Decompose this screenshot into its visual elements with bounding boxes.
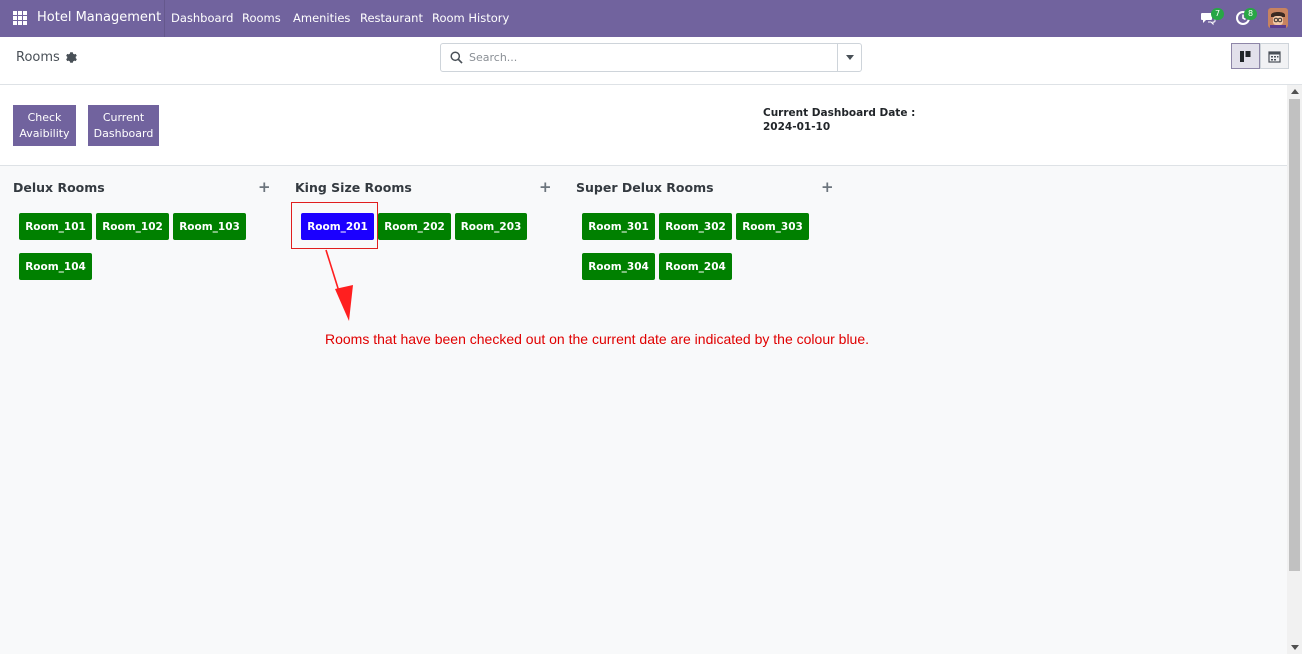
scroll-down-arrow-icon[interactable]: [1291, 645, 1299, 650]
kanban-icon: [1240, 50, 1251, 62]
room-button[interactable]: Room_103: [173, 213, 246, 240]
search-input[interactable]: [469, 48, 829, 67]
annotation-arrow-icon: [325, 249, 353, 321]
apps-grid-icon[interactable]: [13, 11, 27, 25]
menu-restaurant[interactable]: Restaurant: [360, 11, 423, 25]
top-navbar: Hotel Management Dashboard Rooms Ameniti…: [0, 0, 1302, 37]
dashboard-header: Check Avaibility Current Dashboard Curre…: [0, 85, 1287, 166]
chevron-down-icon: [845, 55, 854, 60]
room-button[interactable]: Room_102: [96, 213, 169, 240]
column-title-delux: Delux Rooms: [13, 180, 105, 195]
avatar[interactable]: [1268, 8, 1288, 28]
room-button[interactable]: Room_303: [736, 213, 809, 240]
breadcrumb: Rooms: [16, 50, 77, 65]
room-button[interactable]: Room_203: [455, 213, 527, 240]
calendar-icon: [1268, 50, 1281, 63]
scrollbar[interactable]: [1287, 85, 1302, 654]
search-bar: [440, 43, 862, 72]
add-room-king-size-icon[interactable]: +: [539, 178, 552, 196]
gear-icon[interactable]: [65, 52, 77, 63]
annotation-text: Rooms that have been checked out on the …: [325, 331, 870, 347]
highlight-box: [291, 202, 378, 249]
kanban-view-button[interactable]: [1231, 43, 1260, 69]
room-button[interactable]: Room_204: [659, 253, 732, 280]
scroll-thumb[interactable]: [1289, 99, 1300, 571]
menu-dashboard[interactable]: Dashboard: [171, 11, 233, 25]
control-panel: Rooms: [0, 37, 1302, 85]
dashboard-date-label: Current Dashboard Date :: [763, 107, 916, 119]
column-title-king-size: King Size Rooms: [295, 180, 412, 195]
room-button[interactable]: Room_202: [378, 213, 451, 240]
menu-rooms[interactable]: Rooms: [242, 11, 281, 25]
add-room-super-delux-icon[interactable]: +: [821, 178, 834, 196]
room-button[interactable]: Room_302: [659, 213, 732, 240]
messages-count-badge: 7: [1211, 8, 1224, 20]
activities-count-badge: 8: [1244, 8, 1257, 20]
search-options-toggle[interactable]: [837, 44, 861, 71]
scroll-up-arrow-icon[interactable]: [1291, 89, 1299, 94]
column-title-super-delux: Super Delux Rooms: [576, 180, 714, 195]
room-button[interactable]: Room_301: [582, 213, 655, 240]
check-availability-button[interactable]: Check Avaibility: [13, 105, 76, 146]
room-button[interactable]: Room_104: [19, 253, 92, 280]
calendar-view-button[interactable]: [1260, 43, 1289, 69]
room-button[interactable]: Room_101: [19, 213, 92, 240]
current-dashboard-button[interactable]: Current Dashboard: [88, 105, 159, 146]
search-icon: [450, 51, 463, 64]
add-room-delux-icon[interactable]: +: [258, 178, 271, 196]
menu-amenities[interactable]: Amenities: [293, 11, 350, 25]
dashboard-date-value: 2024-01-10: [763, 121, 831, 133]
app-brand[interactable]: Hotel Management: [37, 10, 161, 25]
page-title: Rooms: [16, 50, 60, 65]
nav-divider: [164, 0, 165, 37]
room-button[interactable]: Room_304: [582, 253, 655, 280]
view-switcher: [1231, 43, 1289, 69]
menu-room-history[interactable]: Room History: [432, 11, 509, 25]
